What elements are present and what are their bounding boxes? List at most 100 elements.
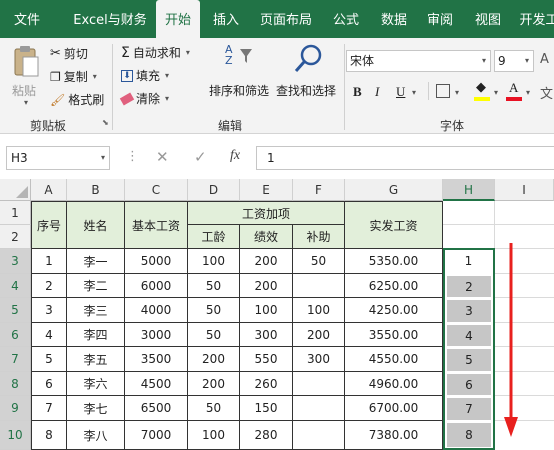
tab-file[interactable]: 文件 (6, 0, 48, 38)
table-cell[interactable]: 李四 (67, 323, 125, 347)
column-header-c[interactable]: C (125, 179, 188, 201)
row-header-7[interactable]: 7 (0, 347, 31, 372)
tab-insert[interactable]: 插入 (206, 0, 246, 38)
table-cell[interactable]: 3 (32, 298, 67, 323)
table-cell[interactable]: 50 (188, 298, 240, 323)
table-cell[interactable]: 5000 (125, 249, 188, 274)
table-cell[interactable]: 李一 (67, 249, 125, 274)
enter-check-icon[interactable]: ✓ (194, 148, 207, 166)
underline-button[interactable]: U (396, 84, 405, 100)
table-cell[interactable]: 100 (188, 421, 240, 450)
table-cell[interactable]: 300 (293, 347, 345, 372)
table-cell[interactable]: 8 (32, 421, 67, 450)
header-cell-perf[interactable]: 绩效 (240, 225, 293, 249)
worksheet-grid[interactable]: A B C D E F G H I 1 2 3 4 5 6 7 8 9 10 序… (0, 179, 554, 450)
font-name-select[interactable]: 宋体 ▾ (346, 50, 491, 72)
h-cell[interactable]: 8 (447, 423, 491, 447)
table-cell[interactable]: 李五 (67, 347, 125, 372)
row-header-1[interactable]: 1 (0, 201, 31, 225)
h-cell[interactable]: 6 (447, 374, 491, 395)
table-cell[interactable]: 4500 (125, 372, 188, 396)
h-cell[interactable]: 4 (447, 325, 491, 346)
table-cell[interactable]: 李六 (67, 372, 125, 396)
h-cell[interactable]: 1 (443, 249, 494, 273)
table-cell[interactable]: 5350.00 (345, 249, 443, 274)
table-cell[interactable]: 李八 (67, 421, 125, 450)
select-all-corner[interactable] (0, 179, 31, 201)
underline-dropdown-icon[interactable]: ▾ (412, 88, 416, 97)
table-cell[interactable]: 300 (240, 323, 293, 347)
table-cell[interactable] (293, 396, 345, 421)
table-cell[interactable]: 1 (32, 249, 67, 274)
font-color-button[interactable]: A (506, 80, 522, 102)
table-cell[interactable]: 2 (32, 274, 67, 298)
h-cell[interactable]: 3 (447, 300, 491, 322)
column-header-h[interactable]: H (443, 179, 495, 201)
tab-excel-finance[interactable]: Excel与财务 (64, 0, 156, 38)
column-header-f[interactable]: F (293, 179, 345, 201)
row-header-9[interactable]: 9 (0, 396, 31, 421)
header-cell-seq[interactable]: 序号 (32, 202, 67, 249)
table-cell[interactable]: 7380.00 (345, 421, 443, 450)
fill-color-dropdown-icon[interactable]: ▾ (494, 88, 498, 97)
table-cell[interactable]: 4960.00 (345, 372, 443, 396)
table-cell[interactable]: 260 (240, 372, 293, 396)
formula-input[interactable]: 1 (256, 146, 554, 170)
table-cell[interactable]: 200 (188, 372, 240, 396)
table-cell[interactable]: 150 (240, 396, 293, 421)
table-cell[interactable]: 6700.00 (345, 396, 443, 421)
header-cell-total[interactable]: 实发工资 (345, 202, 443, 249)
increase-font-icon[interactable]: A (540, 52, 549, 67)
cut-button[interactable]: ✂ 剪切 (50, 45, 88, 62)
phonetic-icon[interactable]: 文 (540, 83, 553, 102)
borders-dropdown-icon[interactable]: ▾ (455, 88, 459, 97)
italic-button[interactable]: I (375, 84, 379, 100)
find-select-button[interactable]: 查找和选择 (276, 42, 340, 104)
table-cell[interactable]: 280 (240, 421, 293, 450)
table-cell[interactable]: 7 (32, 396, 67, 421)
format-painter-button[interactable]: 🖌 格式刷 (50, 91, 104, 108)
tab-page-layout[interactable]: 页面布局 (254, 0, 318, 38)
table-cell[interactable] (293, 421, 345, 450)
table-cell[interactable]: 4 (32, 323, 67, 347)
table-cell[interactable]: 3550.00 (345, 323, 443, 347)
clear-button[interactable]: 清除 ▾ (119, 90, 169, 107)
row-header-3[interactable]: 3 (0, 249, 31, 274)
row-header-8[interactable]: 8 (0, 372, 31, 396)
dialog-launcher-icon[interactable]: ⬊ (102, 118, 109, 127)
table-cell[interactable]: 100 (293, 298, 345, 323)
column-header-d[interactable]: D (188, 179, 240, 201)
paste-button[interactable]: 粘贴 ▾ (8, 44, 44, 107)
cancel-icon[interactable]: ✕ (156, 148, 169, 166)
table-cell[interactable]: 6000 (125, 274, 188, 298)
table-cell[interactable]: 200 (240, 274, 293, 298)
column-header-g[interactable]: G (345, 179, 443, 201)
row-header-2[interactable]: 2 (0, 225, 31, 249)
tab-developer[interactable]: 开发工 (514, 0, 554, 38)
header-cell-name[interactable]: 姓名 (67, 202, 125, 249)
font-size-select[interactable]: 9 ▾ (494, 50, 534, 72)
table-cell[interactable]: 200 (188, 347, 240, 372)
table-cell[interactable]: 4550.00 (345, 347, 443, 372)
column-header-i[interactable]: I (495, 179, 554, 201)
table-cell[interactable]: 200 (293, 323, 345, 347)
header-cell-subsidy[interactable]: 补助 (293, 225, 345, 249)
column-header-e[interactable]: E (240, 179, 293, 201)
table-cell[interactable]: 3500 (125, 347, 188, 372)
table-cell[interactable]: 李七 (67, 396, 125, 421)
table-cell[interactable]: 6250.00 (345, 274, 443, 298)
table-cell[interactable]: 50 (188, 396, 240, 421)
header-cell-base[interactable]: 基本工资 (125, 202, 188, 249)
table-cell[interactable]: 3000 (125, 323, 188, 347)
table-cell[interactable]: 7000 (125, 421, 188, 450)
table-cell[interactable]: 5 (32, 347, 67, 372)
table-cell[interactable] (293, 372, 345, 396)
table-cell[interactable]: 李三 (67, 298, 125, 323)
table-cell[interactable]: 4000 (125, 298, 188, 323)
fill-color-button[interactable]: ◆ (474, 80, 490, 102)
table-cell[interactable]: 50 (188, 274, 240, 298)
tab-review[interactable]: 审阅 (420, 0, 460, 38)
row-header-6[interactable]: 6 (0, 323, 31, 347)
row-header-10[interactable]: 10 (0, 421, 31, 450)
table-cell[interactable]: 200 (240, 249, 293, 274)
